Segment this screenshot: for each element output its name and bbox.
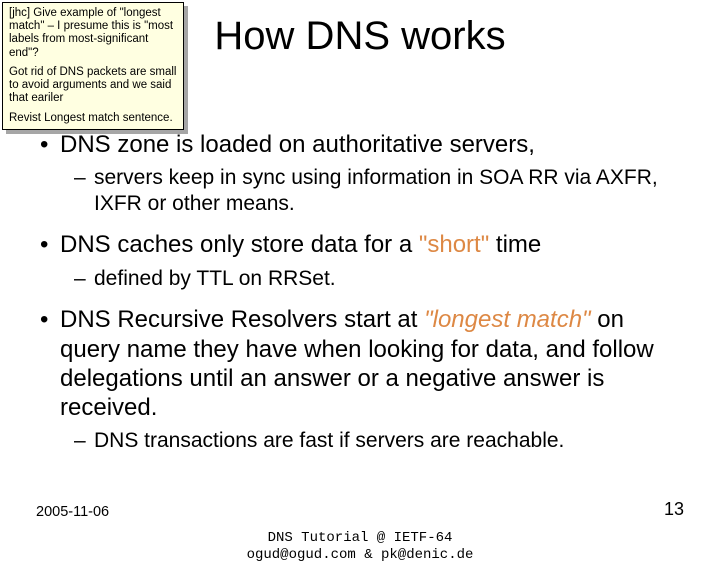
review-comment-sticky: [jhc] Give example of "longest match" – … bbox=[2, 2, 184, 130]
slide: How DNS works [jhc] Give example of "lon… bbox=[0, 0, 720, 540]
bullet-text: DNS zone is loaded on authoritative serv… bbox=[60, 131, 535, 158]
bullet-text: time bbox=[489, 231, 541, 258]
sub-bullet-item: – DNS transactions are fast if servers a… bbox=[36, 428, 684, 454]
bullet-icon: • bbox=[40, 230, 48, 259]
dash-icon: – bbox=[74, 266, 86, 292]
sub-bullet-text: DNS transactions are fast if servers are… bbox=[94, 429, 564, 452]
bullet-item: • DNS Recursive Resolvers start at "long… bbox=[36, 305, 684, 422]
comment-line: Revist Longest match sentence. bbox=[9, 112, 177, 125]
comment-line: [jhc] Give example of "longest match" – … bbox=[9, 7, 177, 60]
dash-icon: – bbox=[74, 428, 86, 454]
bullet-item: • DNS caches only store data for a "shor… bbox=[36, 230, 684, 259]
highlight-text: "longest match" bbox=[424, 306, 590, 333]
bullet-item: • DNS zone is loaded on authoritative se… bbox=[36, 130, 684, 159]
highlight-text: "short" bbox=[419, 231, 489, 258]
comment-line: Got rid of DNS packets are small to avoi… bbox=[9, 66, 177, 106]
sub-bullet-item: – servers keep in sync using information… bbox=[36, 165, 684, 216]
slide-body: • DNS zone is loaded on authoritative se… bbox=[36, 130, 684, 468]
dash-icon: – bbox=[74, 165, 86, 191]
bullet-icon: • bbox=[40, 305, 48, 334]
footer-center-line: DNS Tutorial @ IETF-64 bbox=[268, 530, 453, 546]
footer-date: 2005-11-06 bbox=[36, 504, 109, 520]
page-number: 13 bbox=[664, 499, 684, 520]
bullet-text: DNS caches only store data for a bbox=[60, 231, 419, 258]
sub-bullet-text: defined by TTL on RRSet. bbox=[94, 267, 336, 290]
footer-center: DNS Tutorial @ IETF-64 ogud@ogud.com & p… bbox=[0, 530, 720, 564]
footer-center-line: ogud@ogud.com & pk@denic.de bbox=[247, 547, 474, 563]
bullet-text: DNS Recursive Resolvers start at bbox=[60, 306, 424, 333]
bullet-icon: • bbox=[40, 130, 48, 159]
sub-bullet-item: – defined by TTL on RRSet. bbox=[36, 266, 684, 292]
sub-bullet-text: servers keep in sync using information i… bbox=[94, 166, 658, 215]
